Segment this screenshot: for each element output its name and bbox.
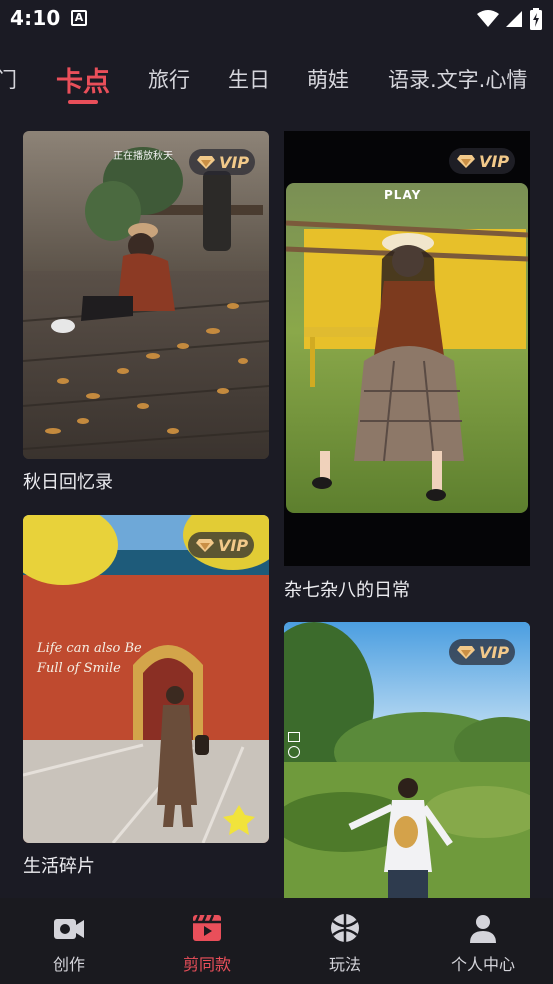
bottom-navigation: 创作 剪同款 玩法 个人中心	[0, 898, 553, 984]
thumbnail-image	[284, 622, 530, 912]
template-card[interactable]: PLAY VIP 杂七杂八的日常	[284, 131, 530, 601]
status-bar: 4:10 A	[0, 0, 553, 40]
diamond-icon	[457, 155, 475, 168]
vip-badge: VIP	[189, 149, 255, 175]
nav-templates[interactable]: 剪同款	[138, 898, 276, 984]
notification-icon: A	[71, 10, 87, 26]
thumbnail-overlay-text: Life can also Be Full of Smile	[37, 641, 142, 676]
tab-hot[interactable]: 门	[0, 64, 17, 94]
battery-icon	[530, 8, 542, 30]
nav-create-label: 创作	[52, 955, 85, 974]
thumbnail-image	[23, 131, 269, 459]
nav-profile-label: 个人中心	[450, 955, 515, 974]
nav-play-label: 玩法	[328, 955, 361, 974]
thumbnail-overlay-text: PLAY	[384, 188, 422, 202]
tab-birthday[interactable]: 生日	[228, 64, 270, 94]
nav-create[interactable]: 创作	[0, 898, 138, 984]
vip-label: VIP	[219, 152, 250, 172]
nav-play[interactable]: 玩法	[276, 898, 414, 984]
template-thumbnail[interactable]: 正在播放秋天	[23, 131, 269, 459]
thumbnail-overlay-text: 正在播放秋天	[113, 151, 173, 162]
diamond-icon	[457, 646, 475, 659]
template-card[interactable]: 正在播放秋天 VIP 秋日回忆录	[23, 131, 269, 501]
template-title: 杂七杂八的日常	[284, 580, 410, 601]
vip-label: VIP	[218, 535, 249, 555]
template-title: 生活碎片	[23, 856, 95, 877]
nav-profile[interactable]: 个人中心	[414, 898, 552, 984]
tab-kids[interactable]: 萌娃	[307, 64, 349, 94]
vip-label: VIP	[479, 642, 510, 662]
vip-badge: VIP	[449, 639, 515, 665]
template-title: 秋日回忆录	[23, 472, 113, 493]
status-icons	[477, 8, 543, 30]
status-time: 4:10	[10, 6, 61, 30]
template-thumbnail[interactable]: PLAY	[284, 131, 530, 566]
category-tabs: 门 卡点 旅行 生日 萌娃 语录.文字.心情	[0, 50, 553, 110]
wifi-icon	[477, 10, 499, 27]
vip-label: VIP	[479, 151, 510, 171]
vip-badge: VIP	[188, 532, 254, 558]
tab-beat[interactable]: 卡点	[56, 60, 110, 99]
tab-travel[interactable]: 旅行	[148, 64, 190, 94]
app-screen: 4:10 A 门 卡点 旅行 生日 萌娃 语录.文字.心情 正在播放秋天 VIP…	[0, 0, 553, 984]
nav-templates-label: 剪同款	[182, 955, 231, 974]
thumbnail-image	[23, 515, 269, 843]
clapperboard-icon	[193, 914, 221, 941]
vip-badge: VIP	[449, 148, 515, 174]
template-thumbnail[interactable]	[284, 622, 530, 912]
diamond-icon	[197, 156, 215, 169]
tab-quotes[interactable]: 语录.文字.心情	[388, 64, 527, 94]
person-icon	[470, 915, 496, 943]
template-card[interactable]: VIP	[284, 622, 530, 912]
template-thumbnail[interactable]: Life can also Be Full of Smile	[23, 515, 269, 843]
camera-mode-labels	[288, 732, 304, 762]
signal-icon	[506, 11, 522, 27]
active-tab-indicator	[68, 100, 98, 104]
ball-icon	[331, 914, 359, 942]
template-card[interactable]: Life can also Be Full of Smile VIP 生活碎片	[23, 515, 269, 885]
video-camera-icon	[54, 919, 84, 939]
diamond-icon	[196, 539, 214, 552]
